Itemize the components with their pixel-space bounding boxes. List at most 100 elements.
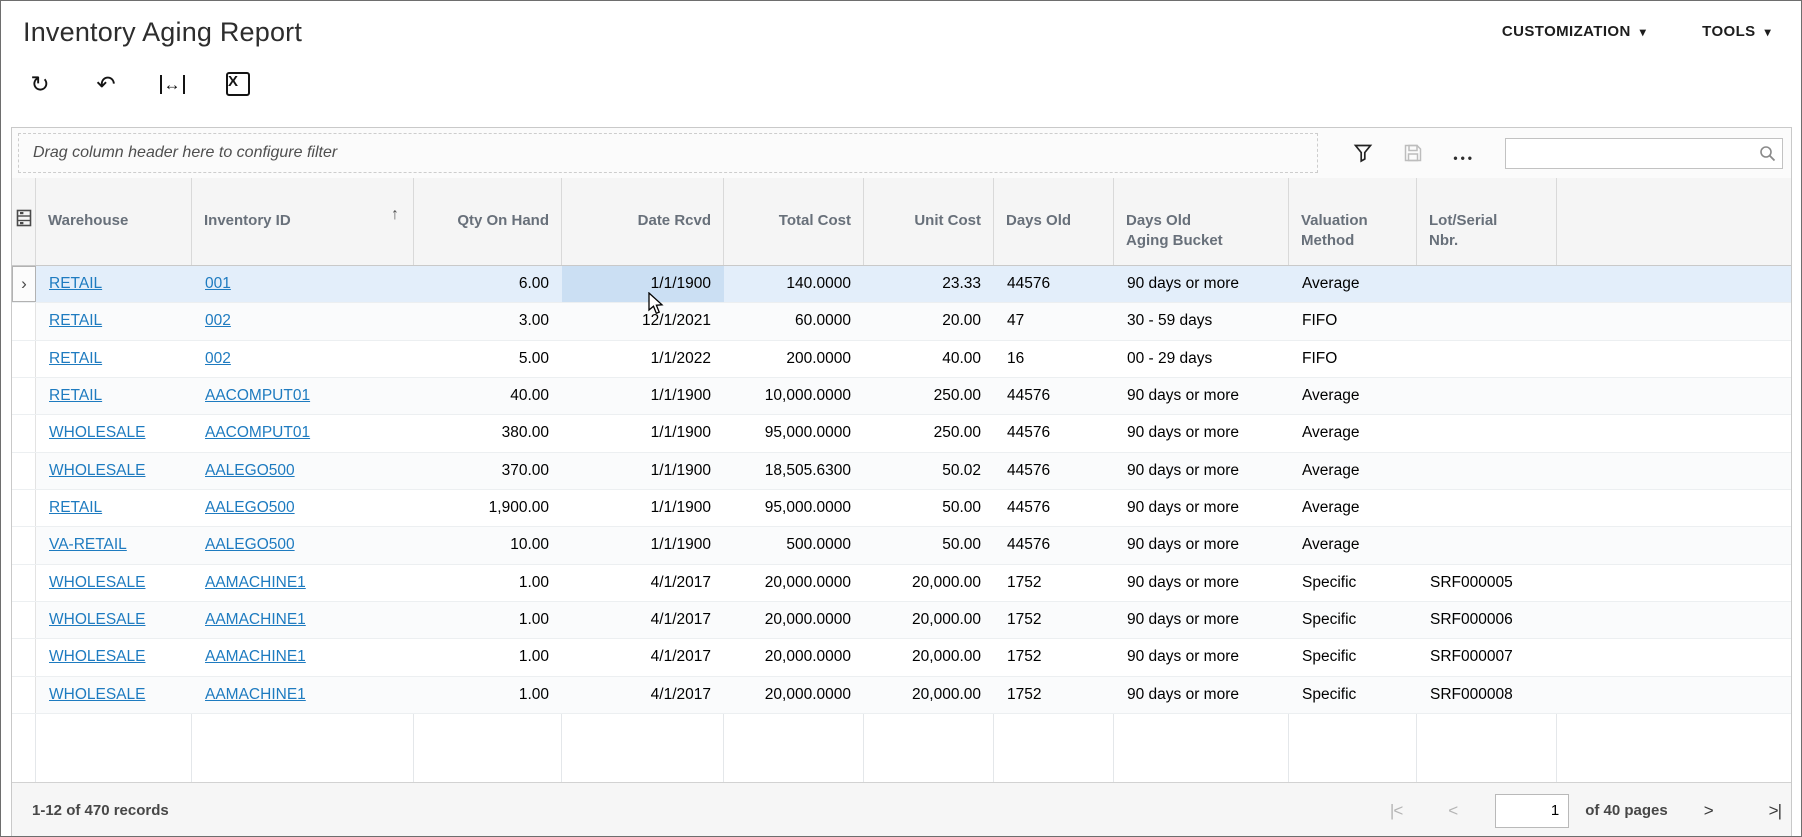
cell-total-cost[interactable]: 200.0000 bbox=[724, 341, 864, 377]
cell-days-old[interactable]: 16 bbox=[994, 341, 1114, 377]
inventory-id-link[interactable]: AALEGO500 bbox=[205, 536, 295, 553]
cell-qty-on-hand[interactable]: 1,900.00 bbox=[414, 490, 562, 526]
cell-unit-cost[interactable]: 20,000.00 bbox=[864, 677, 994, 713]
cell-date-rcvd[interactable]: 1/1/1900 bbox=[562, 415, 724, 451]
cell-aging-bucket[interactable]: 90 days or more bbox=[1114, 490, 1289, 526]
cell-days-old[interactable]: 44576 bbox=[994, 490, 1114, 526]
row-selector-cell[interactable] bbox=[12, 303, 36, 340]
cell-date-rcvd[interactable]: 1/1/1900 bbox=[562, 527, 724, 563]
page-number-input[interactable] bbox=[1495, 793, 1570, 828]
cell-qty-on-hand[interactable]: 3.00 bbox=[414, 303, 562, 339]
cell-days-old[interactable]: 44576 bbox=[994, 453, 1114, 489]
inventory-id-link[interactable]: 001 bbox=[205, 275, 231, 292]
cell-lot-serial[interactable] bbox=[1417, 266, 1557, 302]
cell-unit-cost[interactable]: 20,000.00 bbox=[864, 639, 994, 675]
cell-date-rcvd[interactable]: 4/1/2017 bbox=[562, 565, 724, 601]
tools-menu[interactable]: TOOLS ▾ bbox=[1702, 23, 1771, 40]
column-header-date-rcvd[interactable]: Date Rcvd bbox=[562, 178, 724, 265]
column-header-days-old[interactable]: Days Old bbox=[994, 178, 1114, 265]
inventory-id-link[interactable]: AALEGO500 bbox=[205, 499, 295, 516]
cell-warehouse[interactable]: RETAIL bbox=[36, 341, 192, 377]
cell-qty-on-hand[interactable]: 6.00 bbox=[414, 266, 562, 302]
cell-valuation-method[interactable]: Average bbox=[1289, 490, 1417, 526]
row-selector-cell[interactable] bbox=[12, 377, 36, 415]
cell-qty-on-hand[interactable]: 1.00 bbox=[414, 677, 562, 713]
fit-to-screen-button[interactable]: ↔ bbox=[159, 74, 185, 94]
cell-aging-bucket[interactable]: 00 - 29 days bbox=[1114, 341, 1289, 377]
column-header-total-cost[interactable]: Total Cost bbox=[724, 178, 864, 265]
refresh-button[interactable]: ↻ bbox=[27, 72, 53, 96]
column-header-lot-serial[interactable]: Lot/Serial Nbr. bbox=[1417, 178, 1557, 265]
customization-menu[interactable]: CUSTOMIZATION ▾ bbox=[1502, 23, 1646, 40]
cell-qty-on-hand[interactable]: 1.00 bbox=[414, 639, 562, 675]
cell-inventory-id[interactable]: AALEGO500 bbox=[192, 527, 414, 563]
cell-date-rcvd[interactable]: 4/1/2017 bbox=[562, 602, 724, 638]
cell-aging-bucket[interactable]: 90 days or more bbox=[1114, 415, 1289, 451]
cell-lot-serial[interactable]: SRF000008 bbox=[1417, 677, 1557, 713]
cell-date-rcvd[interactable]: 1/1/1900 bbox=[562, 378, 724, 414]
cell-warehouse[interactable]: WHOLESALE bbox=[36, 639, 192, 675]
cell-total-cost[interactable]: 20,000.0000 bbox=[724, 565, 864, 601]
cell-aging-bucket[interactable]: 90 days or more bbox=[1114, 639, 1289, 675]
cell-total-cost[interactable]: 10,000.0000 bbox=[724, 378, 864, 414]
column-header-qty-on-hand[interactable]: Qty On Hand bbox=[414, 178, 562, 265]
warehouse-link[interactable]: WHOLESALE bbox=[49, 424, 145, 441]
cell-days-old[interactable]: 1752 bbox=[994, 602, 1114, 638]
cell-total-cost[interactable]: 95,000.0000 bbox=[724, 490, 864, 526]
warehouse-link[interactable]: RETAIL bbox=[49, 350, 102, 367]
inventory-id-link[interactable]: AAMACHINE1 bbox=[205, 648, 306, 665]
column-header-inventory-id[interactable]: Inventory ID ↑ bbox=[192, 178, 414, 265]
cell-aging-bucket[interactable]: 90 days or more bbox=[1114, 677, 1289, 713]
cell-lot-serial[interactable] bbox=[1417, 378, 1557, 414]
cell-aging-bucket[interactable]: 90 days or more bbox=[1114, 378, 1289, 414]
undo-button[interactable]: ↶ bbox=[93, 72, 119, 96]
cell-inventory-id[interactable]: 001 bbox=[192, 266, 414, 302]
cell-days-old[interactable]: 44576 bbox=[994, 527, 1114, 563]
cell-valuation-method[interactable]: Specific bbox=[1289, 565, 1417, 601]
cell-lot-serial[interactable] bbox=[1417, 527, 1557, 563]
cell-lot-serial[interactable] bbox=[1417, 453, 1557, 489]
inventory-id-link[interactable]: 002 bbox=[205, 312, 231, 329]
warehouse-link[interactable]: WHOLESALE bbox=[49, 648, 145, 665]
column-header-selector[interactable] bbox=[12, 178, 36, 265]
cell-days-old[interactable]: 44576 bbox=[994, 378, 1114, 414]
cell-inventory-id[interactable]: 002 bbox=[192, 341, 414, 377]
cell-unit-cost[interactable]: 50.00 bbox=[864, 490, 994, 526]
warehouse-link[interactable]: RETAIL bbox=[49, 499, 102, 516]
cell-valuation-method[interactable]: FIFO bbox=[1289, 341, 1417, 377]
cell-qty-on-hand[interactable]: 1.00 bbox=[414, 565, 562, 601]
cell-date-rcvd[interactable]: 1/1/1900 bbox=[562, 490, 724, 526]
cell-warehouse[interactable]: RETAIL bbox=[36, 303, 192, 339]
cell-date-rcvd[interactable]: 12/1/2021 bbox=[562, 303, 724, 339]
row-selector-cell[interactable] bbox=[12, 527, 36, 564]
cell-date-rcvd[interactable]: 1/1/1900 bbox=[562, 266, 724, 303]
cell-unit-cost[interactable]: 20.00 bbox=[864, 303, 994, 339]
row-selector-cell[interactable] bbox=[12, 639, 36, 676]
first-page-button[interactable]: |< bbox=[1390, 801, 1403, 821]
grid-options-button[interactable]: ••• bbox=[1453, 141, 1475, 165]
filter-drop-zone[interactable]: Drag column header here to configure fil… bbox=[18, 133, 1318, 173]
cell-lot-serial[interactable] bbox=[1417, 341, 1557, 377]
inventory-id-link[interactable]: AACOMPUT01 bbox=[205, 387, 310, 404]
cell-aging-bucket[interactable]: 90 days or more bbox=[1114, 453, 1289, 489]
cell-unit-cost[interactable]: 50.00 bbox=[864, 527, 994, 563]
cell-lot-serial[interactable] bbox=[1417, 415, 1557, 451]
cell-warehouse[interactable]: VA-RETAIL bbox=[36, 527, 192, 563]
cell-days-old[interactable]: 1752 bbox=[994, 677, 1114, 713]
cell-aging-bucket[interactable]: 30 - 59 days bbox=[1114, 303, 1289, 339]
inventory-id-link[interactable]: AAMACHINE1 bbox=[205, 611, 306, 628]
cell-date-rcvd[interactable]: 1/1/2022 bbox=[562, 341, 724, 377]
cell-days-old[interactable]: 44576 bbox=[994, 415, 1114, 451]
column-header-valuation-method[interactable]: Valuation Method bbox=[1289, 178, 1417, 265]
cell-aging-bucket[interactable]: 90 days or more bbox=[1114, 565, 1289, 601]
row-selector-cell[interactable]: › bbox=[12, 266, 36, 303]
column-header-unit-cost[interactable]: Unit Cost bbox=[864, 178, 994, 265]
cell-qty-on-hand[interactable]: 10.00 bbox=[414, 527, 562, 563]
cell-qty-on-hand[interactable]: 1.00 bbox=[414, 602, 562, 638]
cell-aging-bucket[interactable]: 90 days or more bbox=[1114, 527, 1289, 563]
cell-days-old[interactable]: 1752 bbox=[994, 639, 1114, 675]
cell-lot-serial[interactable] bbox=[1417, 303, 1557, 339]
cell-lot-serial[interactable] bbox=[1417, 490, 1557, 526]
inventory-id-link[interactable]: AAMACHINE1 bbox=[205, 686, 306, 703]
inventory-id-link[interactable]: AACOMPUT01 bbox=[205, 424, 310, 441]
